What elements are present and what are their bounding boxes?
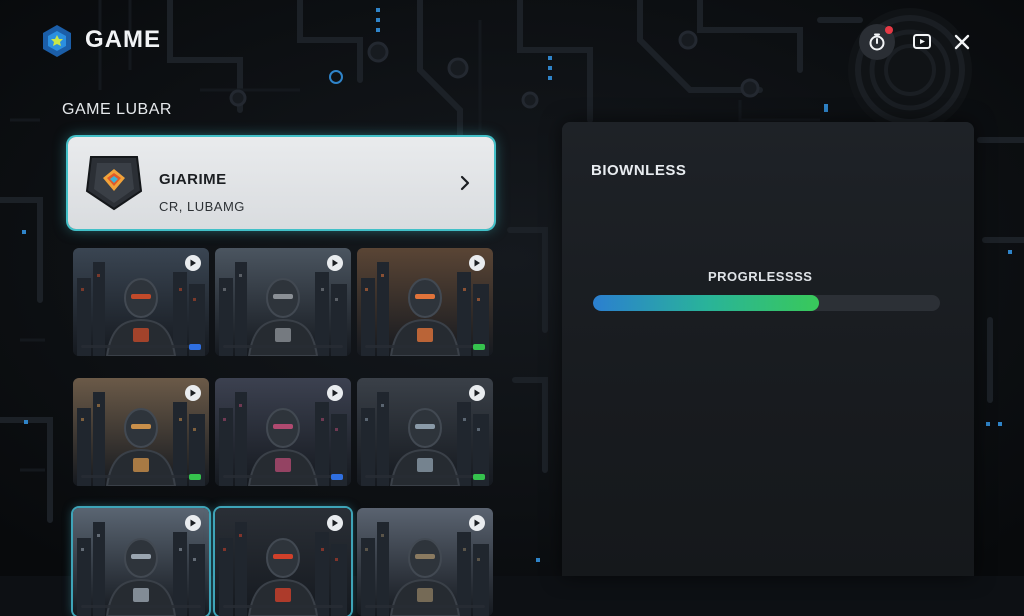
play-icon[interactable] [327, 515, 343, 531]
game-tile-wide-hat-ranger[interactable] [73, 508, 209, 616]
close-button[interactable] [944, 24, 980, 60]
notification-dot [885, 26, 893, 34]
featured-game-card[interactable]: GIARIME CR, LUBAMG [68, 137, 494, 229]
panel-title: BIOWNLESS [591, 162, 687, 179]
tile-progress-track [223, 345, 343, 348]
platform-badge [189, 474, 201, 480]
game-tile-masked-warrior[interactable] [73, 378, 209, 486]
play-icon[interactable] [185, 515, 201, 531]
platform-badge [189, 344, 201, 350]
play-icon[interactable] [469, 515, 485, 531]
tile-progress-track [81, 345, 201, 348]
timer-button[interactable] [859, 24, 895, 60]
tile-progress-track [81, 605, 201, 608]
tile-progress-track [365, 605, 485, 608]
play-icon[interactable] [185, 255, 201, 271]
game-logo-icon [43, 25, 71, 57]
progress-bar [593, 295, 940, 311]
progress-fill [593, 295, 819, 311]
progress-label: PROGRLESSSS [708, 269, 813, 284]
download-panel: BIOWNLESS PROGRLESSSS [562, 122, 974, 576]
platform-badge [473, 344, 485, 350]
tile-progress-track [81, 475, 201, 478]
cast-button[interactable] [904, 24, 940, 60]
cast-icon [913, 34, 931, 49]
game-emblem-icon [85, 156, 143, 211]
game-tile-hooded-heroine[interactable] [215, 378, 351, 486]
platform-badge [473, 474, 485, 480]
featured-game-subtitle: CR, LUBAMG [159, 199, 245, 214]
game-tile-red-eye-sentinel[interactable] [215, 508, 351, 616]
game-tile-street-agent[interactable] [357, 508, 493, 616]
library-label: GAME LUBAR [62, 101, 172, 118]
play-icon[interactable] [469, 385, 485, 401]
tile-progress-track [365, 475, 485, 478]
game-tile-young-pilot[interactable] [357, 248, 493, 356]
platform-badge [331, 474, 343, 480]
timer-icon [869, 33, 885, 51]
app-title: GAME [85, 26, 161, 53]
tile-progress-track [223, 475, 343, 478]
tile-progress-track [365, 345, 485, 348]
tile-progress-track [223, 605, 343, 608]
play-icon[interactable] [185, 385, 201, 401]
chevron-right-icon [460, 175, 470, 191]
play-icon[interactable] [327, 385, 343, 401]
play-icon[interactable] [469, 255, 485, 271]
game-tile-armored-knight[interactable] [73, 248, 209, 356]
featured-game-title: GIARIME [159, 171, 227, 188]
game-tile-hooded-operative[interactable] [357, 378, 493, 486]
close-icon [954, 34, 970, 50]
play-icon[interactable] [327, 255, 343, 271]
game-tile-cyber-soldier[interactable] [215, 248, 351, 356]
